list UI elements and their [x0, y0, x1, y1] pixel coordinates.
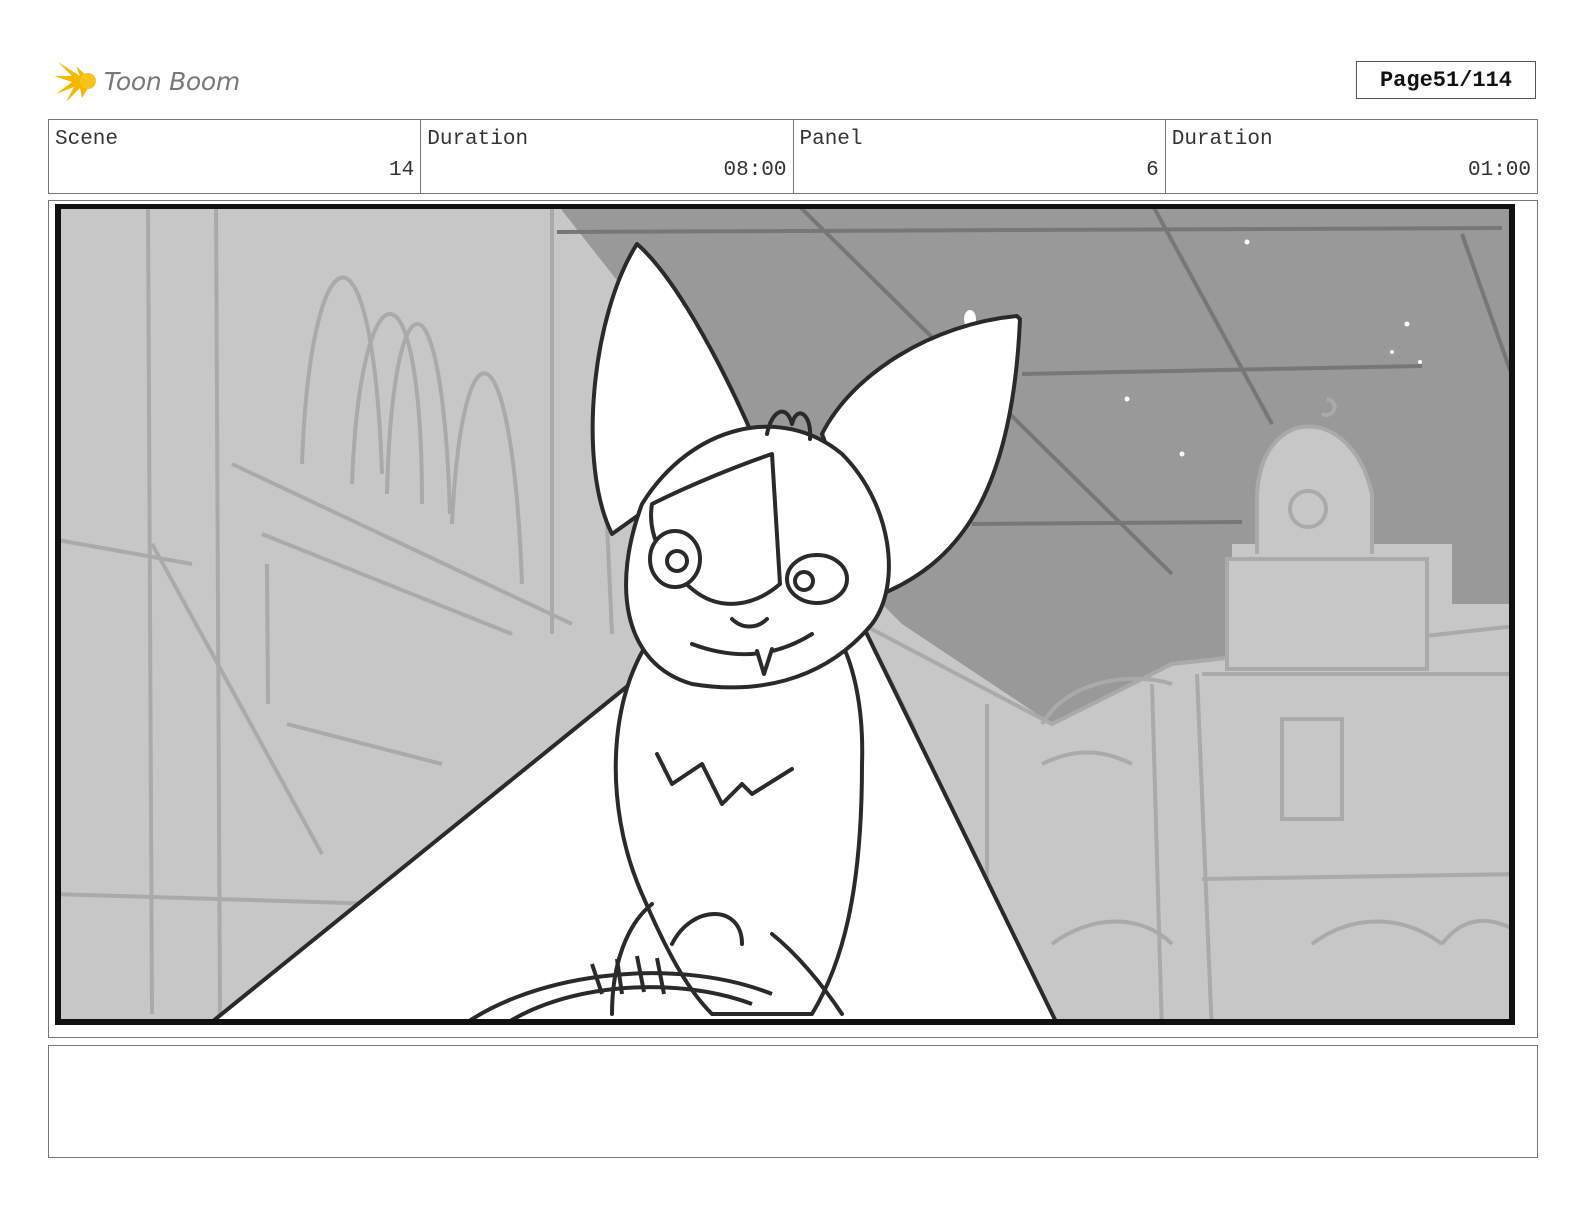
panel-value: 6 — [1146, 159, 1159, 182]
panel-cell: Panel 6 — [794, 120, 1166, 193]
scene-duration-label: Duration — [427, 128, 529, 151]
toon-boom-star-icon — [54, 62, 96, 102]
storyboard-panel-image — [52, 204, 1534, 1034]
notes-area — [48, 1045, 1538, 1158]
panel-duration-value: 01:00 — [1467, 159, 1531, 182]
scene-cell: Scene 14 — [49, 120, 422, 193]
toon-boom-logo: Toon Boom — [52, 54, 252, 108]
logo-text: Toon Boom — [104, 66, 240, 96]
scene-duration-value: 08:00 — [723, 159, 787, 182]
page-label: Page — [1379, 67, 1433, 93]
panel-info-table: Scene 14 Duration 08:00 Panel 6 Duration… — [48, 119, 1538, 194]
scene-value: 14 — [389, 159, 415, 182]
scene-label: Scene — [55, 128, 119, 151]
panel-duration-cell: Duration 01:00 — [1166, 120, 1537, 193]
page-number: 51/114 — [1432, 67, 1513, 93]
scene-duration-cell: Duration 08:00 — [421, 120, 794, 193]
page-indicator: Page 51/114 — [1356, 61, 1536, 99]
panel-label: Panel — [799, 128, 863, 151]
panel-duration-label: Duration — [1171, 128, 1273, 151]
